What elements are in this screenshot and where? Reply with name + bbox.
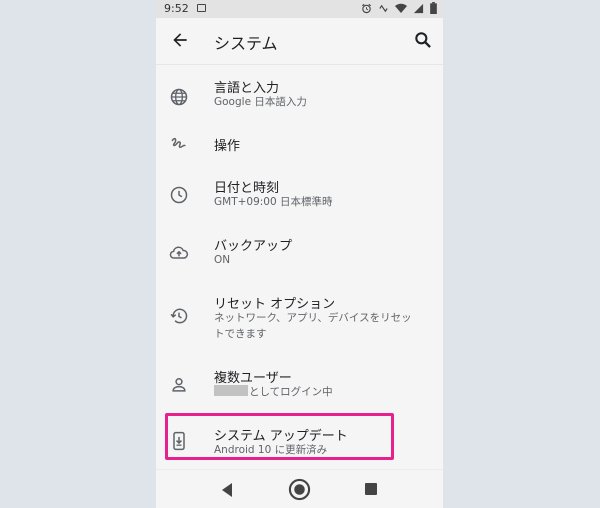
history-icon (170, 308, 188, 324)
setting-label: 日付と時刻 (214, 181, 280, 196)
page-title: システム (214, 34, 278, 53)
setting-summary-text: としてログイン中 (249, 386, 333, 398)
setting-date-time[interactable]: 日付と時刻 GMT+09:00 日本標準時 (156, 173, 443, 221)
recents-square-icon[interactable] (364, 482, 378, 496)
signal-icon (413, 3, 424, 13)
redacted-username (214, 385, 248, 396)
setting-multiple-users[interactable]: 複数ユーザー としてログイン中 (156, 363, 443, 411)
back-triangle-icon[interactable] (220, 481, 234, 499)
status-bar: 9:52 (156, 0, 443, 18)
gesture-icon (171, 137, 186, 149)
globe-icon (170, 88, 188, 106)
image-icon (197, 4, 206, 12)
app-bar: システム (156, 18, 443, 65)
setting-gestures[interactable]: 操作 (156, 127, 443, 161)
arrow-back-icon[interactable] (170, 30, 190, 50)
setting-summary: ON (214, 254, 231, 266)
vibrate-icon (379, 4, 388, 12)
setting-summary-line1: ネットワーク、アプリ、デバイスをリセッ (214, 312, 412, 324)
battery-icon (430, 2, 437, 14)
setting-label: 言語と入力 (214, 81, 280, 96)
highlight-box (165, 413, 394, 460)
setting-reset-options[interactable]: リセット オプション ネットワーク、アプリ、デバイスをリセッ トできます (156, 289, 443, 345)
home-circle-icon[interactable] (288, 478, 311, 501)
search-icon[interactable] (413, 30, 433, 50)
alarm-icon (362, 3, 371, 13)
setting-backup[interactable]: バックアップ ON (156, 231, 443, 279)
setting-label: 複数ユーザー (214, 371, 292, 386)
clock-icon (170, 186, 188, 204)
setting-summary: Google 日本語入力 (214, 96, 307, 108)
wifi-icon (395, 3, 407, 13)
setting-summary-line2: トできます (214, 328, 267, 340)
setting-label: バックアップ (214, 239, 293, 254)
person-icon (172, 378, 186, 392)
navigation-bar (156, 469, 443, 508)
setting-summary: としてログイン中 (214, 385, 333, 399)
setting-label: リセット オプション (214, 297, 336, 312)
setting-languages[interactable]: 言語と入力 Google 日本語入力 (156, 73, 443, 121)
cloud-upload-icon (169, 246, 189, 259)
setting-label: 操作 (214, 139, 241, 154)
setting-summary: GMT+09:00 日本標準時 (214, 196, 333, 208)
status-time: 9:52 (164, 2, 189, 15)
